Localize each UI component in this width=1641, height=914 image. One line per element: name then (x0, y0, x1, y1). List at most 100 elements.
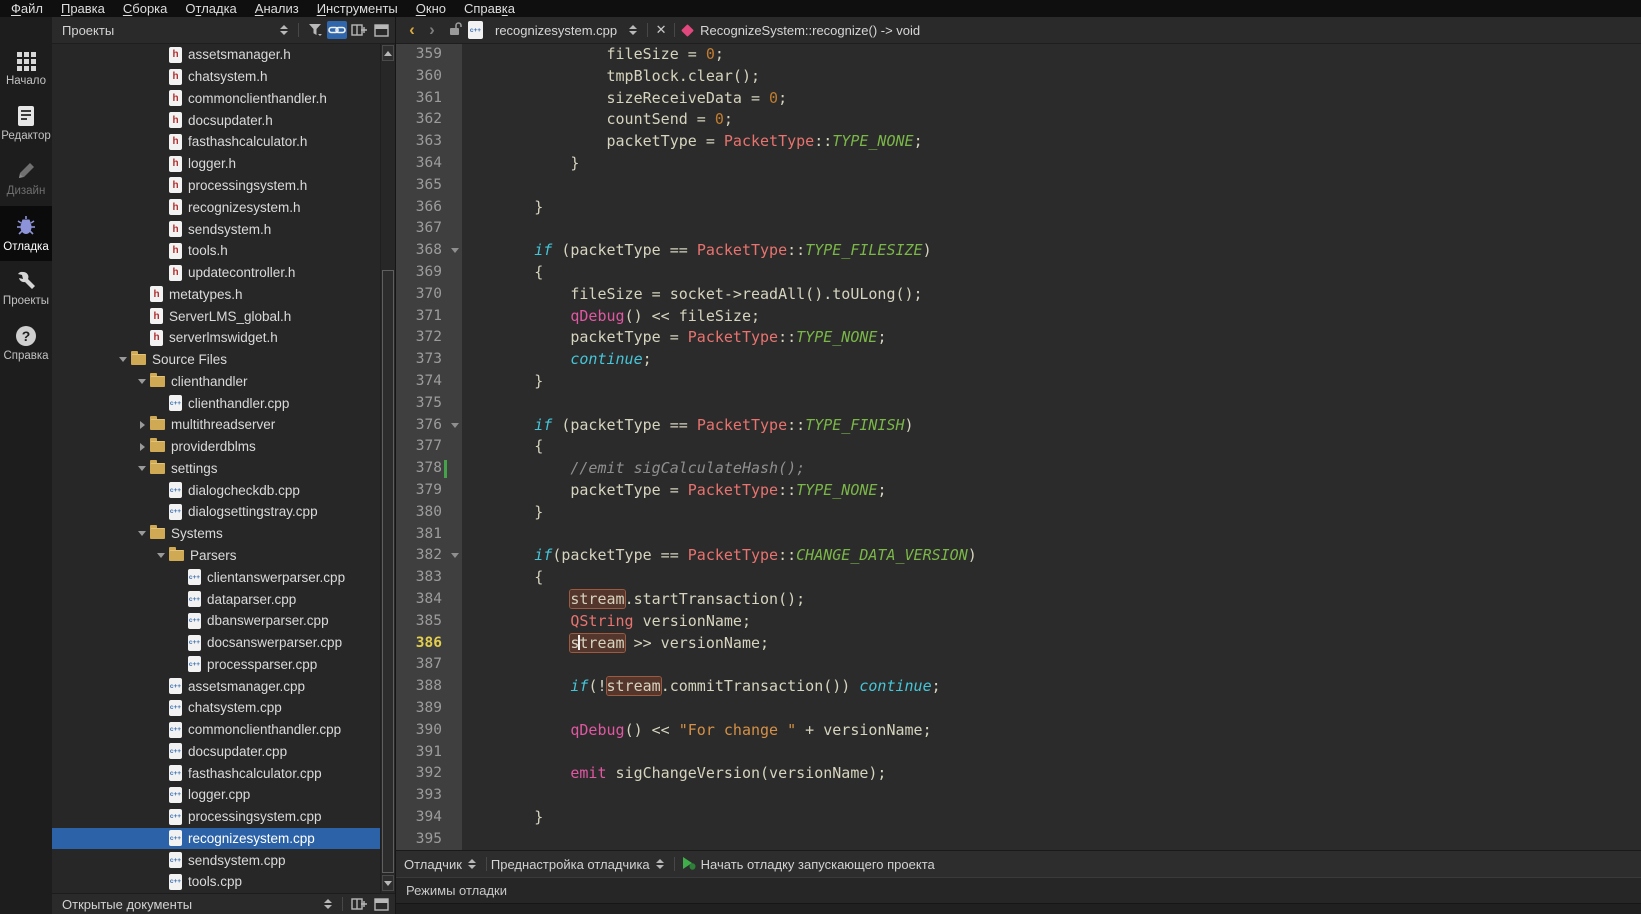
code-line-381[interactable] (462, 524, 1641, 546)
mode-welcome[interactable]: Начало (0, 41, 52, 96)
tree-item-logger.h[interactable]: hlogger.h (52, 153, 380, 175)
mode-edit[interactable]: Редактор (0, 96, 52, 151)
gutter-line-370[interactable]: 370 (396, 284, 462, 306)
gutter-line-372[interactable]: 372 (396, 327, 462, 349)
filter-icon[interactable] (305, 21, 325, 39)
code-line-368[interactable]: if (packetType == PacketType::TYPE_FILES… (462, 240, 1641, 262)
expanded-arrow-icon[interactable] (134, 466, 150, 471)
code-line-394[interactable]: } (462, 807, 1641, 829)
gutter-line-383[interactable]: 383 (396, 567, 462, 589)
gutter-line-369[interactable]: 369 (396, 262, 462, 284)
expanded-arrow-icon[interactable] (115, 357, 131, 362)
gutter-line-367[interactable]: 367 (396, 218, 462, 240)
tree-item-serverlms_global.h[interactable]: hServerLMS_global.h (52, 305, 380, 327)
gutter-line-365[interactable]: 365 (396, 175, 462, 197)
menu-item-debug[interactable]: Отладка (176, 0, 245, 17)
back-arrow-icon[interactable]: ‹ (402, 19, 422, 41)
tree-item-processingsystem.h[interactable]: hprocessingsystem.h (52, 175, 380, 197)
expanded-arrow-icon[interactable] (153, 553, 169, 558)
code-area[interactable]: 359 fileSize = 0;360 tmpBlock.clear();36… (396, 44, 1641, 850)
gutter-line-366[interactable]: 366 (396, 197, 462, 219)
gutter-line-368[interactable]: 368 (396, 240, 462, 262)
gutter-line-359[interactable]: 359 (396, 44, 462, 66)
code-line-393[interactable] (462, 785, 1641, 807)
tree-item-chatsystem.cpp[interactable]: c++chatsystem.cpp (52, 697, 380, 719)
tree-item-chatsystem.h[interactable]: hchatsystem.h (52, 66, 380, 88)
tree-item-systems[interactable]: Systems (52, 523, 380, 545)
fold-marker-icon[interactable] (451, 553, 459, 558)
updown-icon[interactable] (324, 899, 332, 909)
code-line-383[interactable]: { (462, 567, 1641, 589)
mode-debug[interactable]: Отладка (0, 206, 52, 261)
tree-item-sendsystem.cpp[interactable]: c++sendsystem.cpp (52, 849, 380, 871)
expanded-arrow-icon[interactable] (134, 379, 150, 384)
updown-icon[interactable] (280, 25, 288, 35)
menu-item-file[interactable]: Файл (2, 0, 52, 17)
gutter-line-373[interactable]: 373 (396, 349, 462, 371)
code-line-395[interactable] (462, 829, 1641, 850)
debugger-combo[interactable]: Отладчик (404, 857, 462, 872)
gutter-line-382[interactable]: 382 (396, 545, 462, 567)
code-line-379[interactable]: packetType = PacketType::TYPE_NONE; (462, 480, 1641, 502)
gutter-line-395[interactable]: 395 (396, 829, 462, 850)
start-debug-label[interactable]: Начать отладку запускающего проекта (701, 857, 935, 872)
tree-item-source-files[interactable]: Source Files (52, 349, 380, 371)
tree-item-processparser.cpp[interactable]: c++processparser.cpp (52, 653, 380, 675)
tree-item-tools.h[interactable]: htools.h (52, 240, 380, 262)
code-line-389[interactable] (462, 698, 1641, 720)
tree-item-fasthashcalculator.cpp[interactable]: c++fasthashcalculator.cpp (52, 762, 380, 784)
fold-marker-icon[interactable] (451, 423, 459, 428)
tree-item-assetsmanager.cpp[interactable]: c++assetsmanager.cpp (52, 675, 380, 697)
mode-projects[interactable]: Проекты (0, 261, 52, 316)
gutter-line-380[interactable]: 380 (396, 502, 462, 524)
code-line-378[interactable]: //emit sigCalculateHash(); (462, 458, 1641, 480)
tree-item-processingsystem.cpp[interactable]: c++processingsystem.cpp (52, 806, 380, 828)
tree-item-dataparser.cpp[interactable]: c++dataparser.cpp (52, 588, 380, 610)
collapsed-arrow-icon[interactable] (134, 421, 150, 429)
tree-item-assetsmanager.h[interactable]: hassetsmanager.h (52, 44, 380, 66)
code-line-367[interactable] (462, 218, 1641, 240)
tree-item-clienthandler[interactable]: clienthandler (52, 370, 380, 392)
code-line-370[interactable]: fileSize = socket->readAll().toULong(); (462, 284, 1641, 306)
code-line-373[interactable]: continue; (462, 349, 1641, 371)
code-line-385[interactable]: QString versionName; (462, 611, 1641, 633)
tree-item-commonclienthandler.h[interactable]: hcommonclienthandler.h (52, 88, 380, 110)
split-icon[interactable] (349, 21, 369, 39)
start-debug-icon[interactable] (681, 856, 696, 873)
tree-item-multithreadserver[interactable]: multithreadserver (52, 414, 380, 436)
menu-item-window[interactable]: Окно (407, 0, 455, 17)
debugger-preset-combo[interactable]: Преднастройка отладчика (491, 857, 650, 872)
tree-item-docsupdater.h[interactable]: hdocsupdater.h (52, 109, 380, 131)
scrollbar-up-button[interactable] (382, 45, 394, 61)
panel-title-combo[interactable]: Проекты (62, 23, 274, 38)
current-symbol[interactable]: RecognizeSystem::recognize() -> void (700, 23, 920, 38)
gutter-line-379[interactable]: 379 (396, 480, 462, 502)
tree-item-dialogcheckdb.cpp[interactable]: c++dialogcheckdb.cpp (52, 479, 380, 501)
tree-item-parsers[interactable]: Parsers (52, 545, 380, 567)
menu-item-edit[interactable]: Правка (52, 0, 114, 17)
code-line-390[interactable]: qDebug() << "For change " + versionName; (462, 720, 1641, 742)
gutter-line-392[interactable]: 392 (396, 763, 462, 785)
code-line-387[interactable] (462, 654, 1641, 676)
tree-item-serverlmswidget.h[interactable]: hserverlmswidget.h (52, 327, 380, 349)
code-line-391[interactable] (462, 742, 1641, 764)
fold-marker-icon[interactable] (451, 248, 459, 253)
tree-item-recognizesystem.cpp[interactable]: c++recognizesystem.cpp (52, 828, 380, 850)
code-line-364[interactable]: } (462, 153, 1641, 175)
split-icon[interactable] (349, 895, 369, 913)
code-line-363[interactable]: packetType = PacketType::TYPE_NONE; (462, 131, 1641, 153)
gutter-line-377[interactable]: 377 (396, 436, 462, 458)
scrollbar-thumb[interactable] (382, 270, 394, 873)
code-line-376[interactable]: if (packetType == PacketType::TYPE_FINIS… (462, 415, 1641, 437)
menu-item-build[interactable]: Сборка (114, 0, 177, 17)
code-line-360[interactable]: tmpBlock.clear(); (462, 66, 1641, 88)
updown-icon[interactable] (629, 25, 637, 35)
unlocked-icon[interactable] (448, 21, 462, 39)
code-line-382[interactable]: if(packetType == PacketType::CHANGE_DATA… (462, 545, 1641, 567)
tree-item-updatecontroller.h[interactable]: hupdatecontroller.h (52, 262, 380, 284)
gutter-line-390[interactable]: 390 (396, 720, 462, 742)
tree-item-settings[interactable]: settings (52, 458, 380, 480)
tree-item-docsanswerparser.cpp[interactable]: c++docsanswerparser.cpp (52, 632, 380, 654)
code-line-386[interactable]: stream >> versionName; (462, 633, 1641, 655)
code-line-369[interactable]: { (462, 262, 1641, 284)
